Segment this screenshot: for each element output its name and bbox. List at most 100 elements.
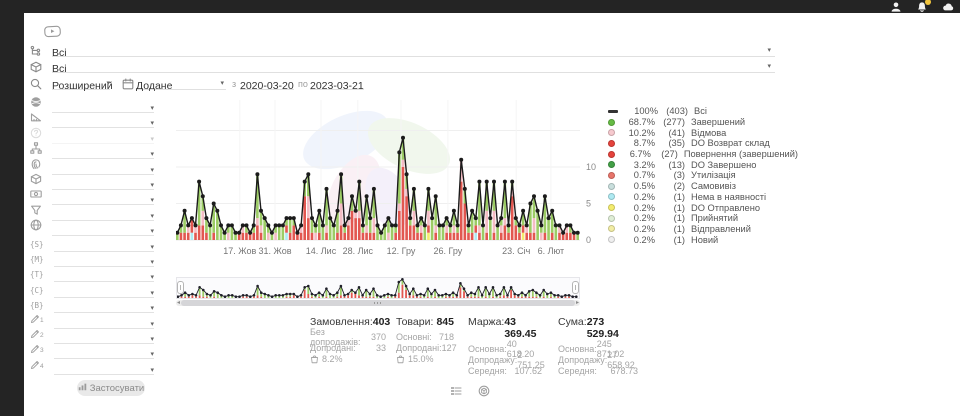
filter-select-curly-c[interactable]: ▾ xyxy=(54,285,154,298)
legend-dot-swatch xyxy=(608,161,615,168)
legend-count: (277) xyxy=(655,117,685,127)
calendar-icon xyxy=(122,77,134,95)
chevron-down-icon: ▾ xyxy=(150,321,154,328)
apply-button[interactable]: Застосувати xyxy=(77,380,145,396)
filter-select-globe-filled[interactable]: ▾ xyxy=(52,100,154,113)
legend-item[interactable]: 68.7%(277)Завершений xyxy=(608,117,798,128)
table-view-icon[interactable] xyxy=(450,384,462,402)
user-icon[interactable] xyxy=(890,1,902,13)
chevron-down-icon: ▾ xyxy=(150,336,154,343)
filter-select-cube[interactable]: ▾ xyxy=(52,177,154,190)
filter-select-ruler[interactable]: ▾ xyxy=(52,115,154,128)
legend-count: (2) xyxy=(655,181,685,191)
legend-item[interactable]: 0.2%(1)Нема в наявності xyxy=(608,192,798,203)
bell-icon[interactable] xyxy=(916,1,928,13)
date-from-input[interactable]: 2020-03-20 xyxy=(240,76,294,90)
filter-select-curly-s[interactable]: ▾ xyxy=(54,239,154,252)
notification-badge xyxy=(925,0,931,5)
legend-percent: 3.2% xyxy=(615,160,655,170)
svg-text:0: 0 xyxy=(586,235,591,245)
stat-label: Маржа: xyxy=(468,316,504,340)
search-mode-value: Розширений xyxy=(52,80,113,92)
filter-select-funnel[interactable]: ▾ xyxy=(52,208,154,221)
stat-sub-value: 33 xyxy=(376,343,386,353)
scroll-left-icon[interactable]: ◂ xyxy=(177,299,180,306)
stat-sub-value: 678.73 xyxy=(610,366,638,376)
date-to-label: по xyxy=(298,79,308,89)
filter-select-sitemap[interactable]: ▾ xyxy=(52,146,154,159)
filter-select-pencil-1[interactable]: ▾ xyxy=(54,316,154,329)
legend-item[interactable]: 6.7%(27)Повернення (завершений) xyxy=(608,149,798,160)
legend-item[interactable]: 0.2%(1)Новий xyxy=(608,234,798,245)
svg-text:28. Лис: 28. Лис xyxy=(343,246,374,256)
scrollbar-thumb[interactable] xyxy=(181,300,575,306)
scroll-right-icon[interactable]: ▸ xyxy=(576,299,579,306)
chevron-down-icon: ▾ xyxy=(106,80,110,87)
legend-item[interactable]: 0.2%(1)Відправлений xyxy=(608,224,798,235)
cloud-icon[interactable] xyxy=(942,1,954,13)
minimap-right-handle[interactable] xyxy=(572,281,579,294)
search-mode-select[interactable]: Розширений ▾ xyxy=(52,76,110,90)
filter-row-banknote: ▾ xyxy=(30,192,154,205)
stat-sub-label: Допродані: xyxy=(396,343,442,353)
legend-count: (1) xyxy=(655,192,685,202)
products-view-icon[interactable] xyxy=(478,384,490,402)
legend-dot-swatch xyxy=(608,236,615,243)
stat-sub-value: 370 xyxy=(371,332,386,342)
legend-count: (1) xyxy=(655,235,685,245)
pencil-4-icon: 4 xyxy=(30,357,44,375)
filter-select-globe[interactable]: ▾ xyxy=(52,223,154,236)
filter-select-curly-t[interactable]: ▾ xyxy=(54,269,154,282)
video-help-icon[interactable] xyxy=(44,25,61,43)
legend-item[interactable]: 0.7%(3)Утилізація xyxy=(608,170,798,181)
apply-chart-icon xyxy=(78,382,87,394)
legend-item[interactable]: 8.7%(35)DO Возврат склад xyxy=(608,138,798,149)
product-select[interactable]: Всі ▾ xyxy=(52,59,775,73)
filter-row-curly-b: {B}▾ xyxy=(30,300,154,313)
date-to-input[interactable]: 2023-03-21 xyxy=(310,76,364,90)
filter-select-pencil-4[interactable]: ▾ xyxy=(54,362,154,375)
filter-select-curly-b[interactable]: ▾ xyxy=(54,300,154,313)
filter-select-fingerprint[interactable]: ▾ xyxy=(52,162,154,175)
legend-item[interactable]: 10.2%(41)Відмова xyxy=(608,127,798,138)
stat-sub-label: Основна: xyxy=(558,344,597,354)
legend-dot-swatch xyxy=(608,172,615,179)
chevron-down-icon: ▾ xyxy=(150,305,154,312)
filter-select-question: ▾ xyxy=(52,131,154,144)
chevron-down-icon: ▾ xyxy=(150,228,154,235)
chart-scrollbar[interactable]: ◂ ▸ xyxy=(176,300,580,306)
legend-item[interactable]: 100%(403)Всі xyxy=(608,106,798,117)
stat-sub-value: 127 xyxy=(442,343,457,353)
legend-item[interactable]: 0.2%(1)Прийнятий xyxy=(608,213,798,224)
legend-item[interactable]: 3.2%(13)DO Завершено xyxy=(608,159,798,170)
date-field-select[interactable]: Додане ▾ xyxy=(136,76,226,90)
filter-select-pencil-2[interactable]: ▾ xyxy=(54,331,154,344)
svg-text:5: 5 xyxy=(586,199,591,209)
legend-percent: 8.7% xyxy=(615,138,655,148)
svg-text:31. Жов: 31. Жов xyxy=(258,246,291,256)
svg-text:23. Січ: 23. Січ xyxy=(502,246,531,256)
legend-percent: 0.2% xyxy=(615,224,655,234)
stat-column: Замовлення:403Без допродажів:370Допродан… xyxy=(310,316,386,364)
filter-select-pencil-3[interactable]: ▾ xyxy=(54,346,154,359)
minimap-left-handle[interactable] xyxy=(177,281,184,294)
legend-item[interactable]: 0.5%(2)Самовивіз xyxy=(608,181,798,192)
legend-label: Прийнятий xyxy=(691,213,738,223)
stat-sub-row: Середня:107.62 xyxy=(468,365,542,376)
search-icon xyxy=(30,77,42,95)
filter-select-curly-m[interactable]: ▾ xyxy=(54,254,154,267)
chart-minimap[interactable] xyxy=(176,277,580,299)
filter-select-banknote[interactable]: ▾ xyxy=(52,192,154,205)
chevron-down-icon: ▾ xyxy=(150,105,154,112)
filter-row-curly-t: {T}▾ xyxy=(30,269,154,282)
filter-row-curly-c: {C}▾ xyxy=(30,285,154,298)
filter-row-curly-s: {S}▾ xyxy=(30,239,154,252)
stat-sub-row: Допродажу:2 751.25 xyxy=(468,354,542,365)
stat-percent-row: 8.2% xyxy=(310,353,386,364)
stat-sub-row: Без допродажів:370 xyxy=(310,331,386,342)
legend-item[interactable]: 0.2%(1)DO Отправлено xyxy=(608,202,798,213)
legend-label: Нема в наявності xyxy=(691,192,766,202)
source-select[interactable]: Всі ▾ xyxy=(52,43,775,57)
orders-chart: 051017. Жов31. Жов14. Лис28. Лис12. Гру2… xyxy=(176,98,600,260)
stat-column: Маржа:43 369.45Основна:40 618.20Допродаж… xyxy=(468,316,542,376)
